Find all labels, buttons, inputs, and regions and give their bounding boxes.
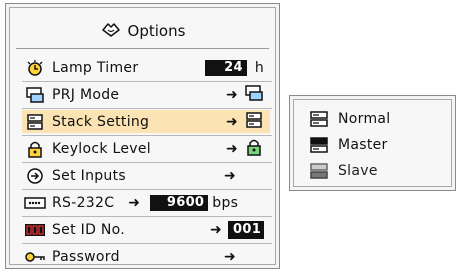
submenu-item-normal[interactable]: Normal (308, 108, 390, 130)
rs232c-value: 9600 (150, 194, 209, 211)
menu-item-set-id[interactable]: Set ID No. ➜ 001 (22, 218, 270, 241)
menu-item-stack-setting[interactable]: Stack Setting ➜ (22, 110, 270, 133)
row-divider (22, 135, 272, 136)
id-icon (24, 221, 46, 239)
stack-master-icon (308, 136, 330, 154)
submenu-slave-label: Slave (338, 163, 378, 179)
submenu-arrow-icon: ➜ (225, 140, 239, 157)
key-icon (24, 248, 46, 266)
submenu-arrow-icon: ➜ (225, 86, 239, 103)
menu-item-rs232c[interactable]: RS-232C ➜ 9600 bps (22, 191, 270, 214)
submenu-arrow-icon: ➜ (223, 167, 237, 184)
keylock-label: Keylock Level (52, 140, 151, 157)
submenu-item-slave[interactable]: Slave (308, 160, 378, 182)
submenu-arrow-icon: ➜ (223, 248, 237, 265)
row-divider (22, 81, 272, 82)
stack-setting-label: Stack Setting (52, 113, 150, 130)
row-divider (22, 162, 272, 163)
options-icon (100, 20, 122, 42)
set-id-label: Set ID No. (52, 221, 126, 238)
menu-item-prj-mode[interactable]: PRJ Mode ➜ (22, 83, 270, 106)
submenu-normal-label: Normal (338, 111, 391, 127)
lock-icon (24, 140, 46, 158)
submenu-arrow-icon: ➜ (209, 221, 223, 238)
row-divider (22, 189, 272, 190)
stack-icon (24, 113, 46, 131)
row-divider (22, 216, 272, 217)
lamp-timer-label: Lamp Timer (52, 59, 139, 76)
stack-value-icon (244, 111, 264, 133)
stack-normal-icon (308, 110, 330, 128)
menu-item-lamp-timer[interactable]: Lamp Timer 24 h (22, 56, 270, 79)
panel-title: Options (10, 16, 275, 46)
keylock-value-icon (244, 138, 264, 160)
row-divider (22, 108, 272, 109)
set-inputs-label: Set Inputs (52, 167, 126, 184)
lamp-timer-icon (24, 59, 46, 77)
prj-mode-value-icon (244, 84, 264, 106)
set-inputs-icon (24, 167, 46, 185)
menu-item-set-inputs[interactable]: Set Inputs ➜ (22, 164, 270, 187)
prj-mode-icon (24, 86, 46, 104)
menu-item-keylock-level[interactable]: Keylock Level ➜ (22, 137, 270, 160)
submenu-item-master[interactable]: Master (308, 134, 388, 156)
lamp-timer-value: 24 (204, 59, 247, 76)
password-label: Password (52, 248, 120, 265)
submenu-arrow-icon: ➜ (128, 194, 141, 211)
title-divider (16, 48, 269, 49)
menu-item-password[interactable]: Password ➜ (22, 245, 270, 268)
stack-slave-icon (308, 162, 330, 180)
row-divider (22, 243, 272, 244)
panel-title-text: Options (127, 22, 186, 40)
rs232c-label: RS-232C (52, 194, 115, 211)
lamp-timer-unit: h (254, 59, 264, 76)
stack-setting-submenu: Normal Master Slave (289, 95, 456, 191)
submenu-arrow-icon: ➜ (225, 113, 239, 130)
submenu-master-label: Master (338, 137, 388, 153)
submenu-inner: Normal Master Slave (293, 99, 452, 187)
prj-mode-label: PRJ Mode (52, 86, 120, 103)
options-panel: Options Lamp Timer 24 h PRJ Mode ➜ Stack… (5, 3, 280, 269)
rs232c-icon (24, 194, 46, 212)
set-id-value: 001 (228, 220, 264, 239)
rs232c-unit: bps (212, 194, 239, 211)
options-panel-inner: Options Lamp Timer 24 h PRJ Mode ➜ Stack… (9, 7, 276, 265)
